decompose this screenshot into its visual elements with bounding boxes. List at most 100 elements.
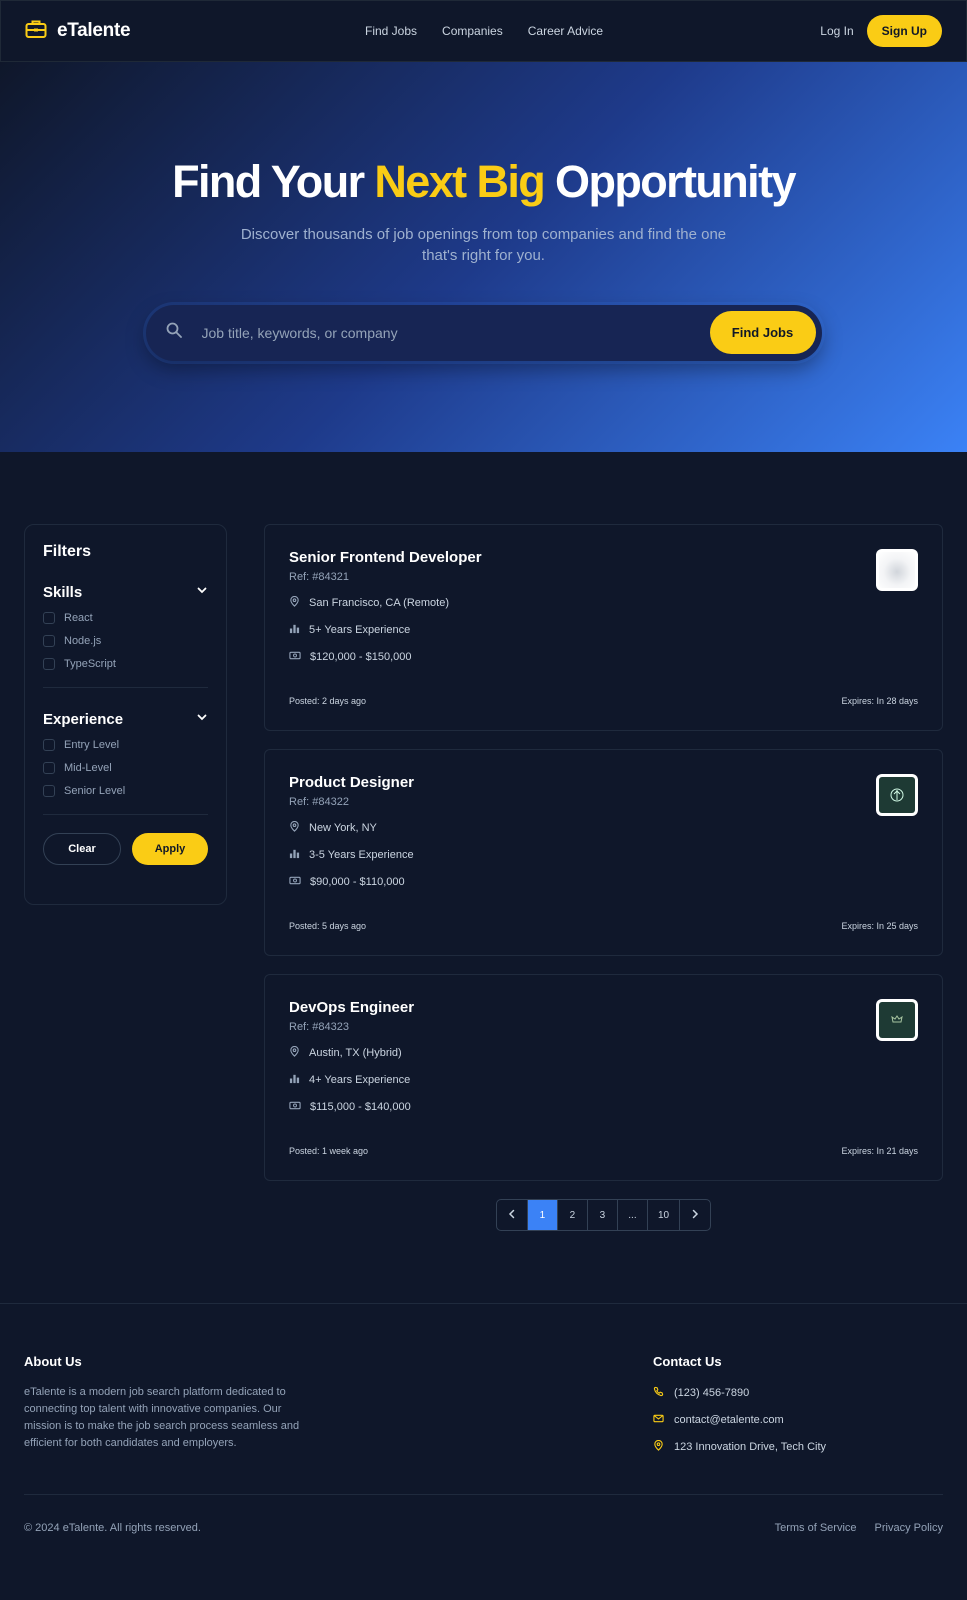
- filter-option-nodejs[interactable]: Node.js: [43, 635, 208, 647]
- money-icon: [289, 650, 301, 664]
- salary-text: $90,000 - $110,000: [310, 876, 405, 888]
- company-logo: [876, 549, 918, 591]
- hero-title-part2: Opportunity: [544, 156, 796, 207]
- job-title[interactable]: DevOps Engineer: [289, 999, 918, 1016]
- main-nav: Find Jobs Companies Career Advice: [365, 24, 603, 38]
- page-button-1[interactable]: 1: [526, 1200, 557, 1230]
- divider: [43, 814, 208, 815]
- checkbox[interactable]: [43, 739, 55, 751]
- about-section: About Us eTalente is a modern job search…: [24, 1354, 314, 1454]
- experience-text: 4+ Years Experience: [309, 1074, 411, 1086]
- bar-chart-icon: [289, 623, 300, 637]
- nav-find-jobs[interactable]: Find Jobs: [365, 24, 417, 38]
- phone-icon: [653, 1386, 664, 1400]
- prev-page-button[interactable]: [497, 1200, 527, 1230]
- page-ellipsis: ...: [616, 1200, 647, 1230]
- page-button-2[interactable]: 2: [556, 1200, 587, 1230]
- nav-career-advice[interactable]: Career Advice: [528, 24, 603, 38]
- nav-companies[interactable]: Companies: [442, 24, 503, 38]
- brand-name: eTalente: [57, 20, 131, 41]
- posted-date: Posted: 1 week ago: [289, 1146, 369, 1156]
- contact-title: Contact Us: [653, 1354, 722, 1369]
- pagination-group: 1 2 3 ... 10: [495, 1199, 712, 1231]
- next-page-button[interactable]: [679, 1200, 710, 1230]
- job-card[interactable]: Product Designer Ref: #84322 New York, N…: [264, 749, 943, 956]
- clear-filters-button[interactable]: Clear: [43, 833, 121, 865]
- hero-title-highlight: Next Big: [374, 156, 545, 207]
- copyright: © 2024 eTalente. All rights reserved.: [24, 1522, 201, 1534]
- salary-text: $115,000 - $140,000: [310, 1101, 411, 1113]
- job-ref: Ref: #84323: [289, 1021, 349, 1033]
- job-salary: $90,000 - $110,000: [289, 875, 918, 889]
- search-input[interactable]: [181, 324, 710, 341]
- experience-text: 5+ Years Experience: [309, 624, 411, 636]
- filter-option-entry-level[interactable]: Entry Level: [43, 739, 208, 751]
- search-bar: Find Jobs: [145, 304, 822, 361]
- filter-option-typescript[interactable]: TypeScript: [43, 658, 208, 670]
- filter-group-experience-header[interactable]: Experience: [43, 710, 208, 728]
- map-pin-icon: [289, 820, 300, 835]
- login-link[interactable]: Log In: [820, 24, 853, 38]
- checkbox[interactable]: [43, 762, 55, 774]
- filters-title: Filters: [43, 543, 92, 560]
- site-footer: About Us eTalente is a modern job search…: [0, 1303, 967, 1583]
- bar-chart-icon: [289, 1073, 300, 1087]
- checkbox[interactable]: [43, 635, 55, 647]
- job-location: New York, NY: [289, 820, 918, 835]
- option-label: Senior Level: [64, 785, 126, 797]
- filter-group-title: Skills: [43, 583, 83, 601]
- filters-panel: Filters Skills React Node.js TypeScript …: [24, 524, 227, 905]
- checkbox[interactable]: [43, 785, 55, 797]
- checkbox[interactable]: [43, 612, 55, 624]
- apply-filters-button[interactable]: Apply: [132, 833, 208, 865]
- expires-date: Expires: In 25 days: [841, 921, 918, 931]
- contact-section: Contact Us (123) 456-7890 contact@etalen…: [653, 1354, 943, 1454]
- filter-option-react[interactable]: React: [43, 612, 208, 624]
- company-logo: [876, 999, 918, 1041]
- footer-bottom: © 2024 eTalente. All rights reserved. Te…: [24, 1522, 943, 1534]
- filter-group-title: Experience: [43, 710, 124, 728]
- auth-actions: Log In Sign Up: [820, 15, 942, 47]
- job-card-footer: Posted: 5 days ago Expires: In 25 days: [289, 921, 918, 931]
- privacy-policy-link[interactable]: Privacy Policy: [875, 1522, 943, 1534]
- brand[interactable]: eTalente: [25, 19, 131, 44]
- option-label: Mid-Level: [64, 762, 112, 774]
- location-text: Austin, TX (Hybrid): [309, 1047, 402, 1059]
- job-card[interactable]: DevOps Engineer Ref: #84323 Austin, TX (…: [264, 974, 943, 1181]
- hero-section: Find Your Next Big Opportunity Discover …: [0, 62, 967, 452]
- job-title[interactable]: Senior Frontend Developer: [289, 549, 918, 566]
- briefcase-icon: [25, 19, 47, 44]
- salary-text: $120,000 - $150,000: [310, 651, 412, 663]
- contact-phone[interactable]: (123) 456-7890: [653, 1386, 943, 1400]
- posted-date: Posted: 2 days ago: [289, 696, 367, 706]
- terms-of-service-link[interactable]: Terms of Service: [775, 1522, 857, 1534]
- chevron-down-icon: [196, 583, 208, 601]
- expires-date: Expires: In 28 days: [841, 696, 918, 706]
- filter-group-skills-header[interactable]: Skills: [43, 583, 208, 601]
- contact-email[interactable]: contact@etalente.com: [653, 1413, 943, 1427]
- job-location: San Francisco, CA (Remote): [289, 595, 918, 610]
- main-content: Filters Skills React Node.js TypeScript …: [0, 452, 967, 1231]
- search-icon: [166, 322, 182, 343]
- filter-option-mid-level[interactable]: Mid-Level: [43, 762, 208, 774]
- checkbox[interactable]: [43, 658, 55, 670]
- find-jobs-button[interactable]: Find Jobs: [709, 311, 816, 354]
- job-salary: $115,000 - $140,000: [289, 1100, 918, 1114]
- contact-address: 123 Innovation Drive, Tech City: [653, 1439, 943, 1454]
- page-button-3[interactable]: 3: [586, 1200, 617, 1230]
- page-button-10[interactable]: 10: [646, 1200, 679, 1230]
- footer-links: Terms of Service Privacy Policy: [775, 1522, 943, 1534]
- signup-button[interactable]: Sign Up: [866, 15, 942, 47]
- map-pin-icon: [653, 1439, 664, 1454]
- filter-option-senior-level[interactable]: Senior Level: [43, 785, 208, 797]
- bar-chart-icon: [289, 848, 300, 862]
- hero-subtitle: Discover thousands of job openings from …: [240, 225, 727, 264]
- location-text: San Francisco, CA (Remote): [309, 597, 449, 609]
- job-card[interactable]: Senior Frontend Developer Ref: #84321 Sa…: [264, 524, 943, 731]
- job-salary: $120,000 - $150,000: [289, 650, 918, 664]
- job-experience: 3-5 Years Experience: [289, 848, 918, 862]
- email-text: contact@etalente.com: [674, 1414, 784, 1426]
- job-title[interactable]: Product Designer: [289, 774, 918, 791]
- mail-icon: [653, 1413, 664, 1427]
- filter-actions: Clear Apply: [43, 833, 208, 865]
